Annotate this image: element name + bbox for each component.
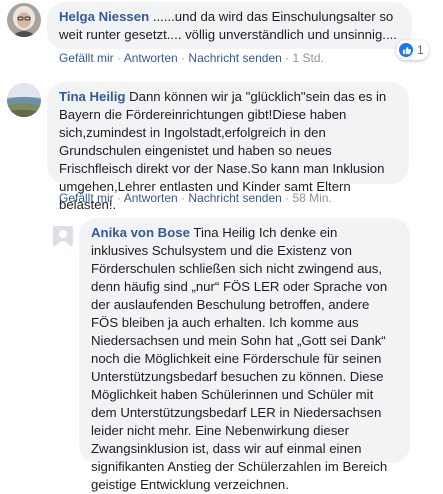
separator: · bbox=[117, 191, 122, 205]
reaction-badge[interactable]: 1 bbox=[396, 40, 429, 60]
comment-actions: Gefällt mir · Antworten · Nachricht send… bbox=[59, 51, 324, 65]
reply-link[interactable]: Antworten bbox=[124, 51, 178, 65]
separator: · bbox=[181, 191, 186, 205]
comment-bubble: Tina Heilig Dann können wir ja "glücklic… bbox=[47, 82, 409, 212]
avatar[interactable] bbox=[53, 226, 73, 246]
separator: · bbox=[181, 51, 186, 65]
reaction-count: 1 bbox=[417, 43, 424, 57]
send-message-link[interactable]: Nachricht senden bbox=[188, 191, 281, 205]
avatar[interactable] bbox=[7, 3, 41, 37]
send-message-link[interactable]: Nachricht senden bbox=[188, 51, 281, 65]
comment-text: Ich denke ein inklusives Schulsystem und… bbox=[91, 225, 388, 492]
comment-author[interactable]: Helga Niessen bbox=[59, 9, 149, 24]
separator: · bbox=[117, 51, 122, 65]
thumbs-up-icon bbox=[399, 43, 413, 57]
comment-actions: Gefällt mir · Antworten · Nachricht send… bbox=[59, 191, 332, 205]
like-link[interactable]: Gefällt mir bbox=[59, 51, 114, 65]
avatar[interactable] bbox=[7, 83, 41, 117]
timestamp[interactable]: 1 Std. bbox=[293, 51, 324, 65]
separator: · bbox=[285, 51, 290, 65]
reply-link[interactable]: Antworten bbox=[124, 191, 178, 205]
separator: · bbox=[285, 191, 290, 205]
comment-bubble: Anika von Bose Tina Heilig Ich denke ein… bbox=[79, 218, 410, 492]
like-link[interactable]: Gefällt mir bbox=[59, 191, 114, 205]
comment-author[interactable]: Tina Heilig bbox=[59, 89, 125, 104]
timestamp[interactable]: 58 Min. bbox=[293, 191, 332, 205]
comment-author[interactable]: Anika von Bose bbox=[91, 225, 190, 240]
mention[interactable]: Tina Heilig bbox=[193, 225, 255, 240]
comment-bubble: Helga Niessen ......und da wird das Eins… bbox=[47, 2, 412, 49]
